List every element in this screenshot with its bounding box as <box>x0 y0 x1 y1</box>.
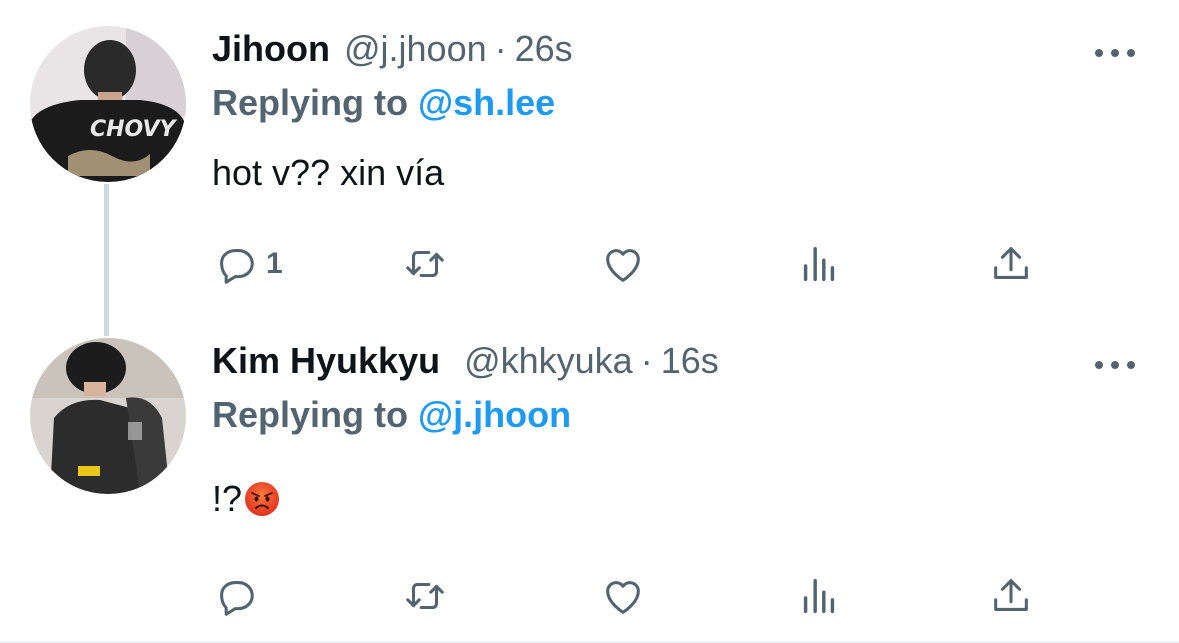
share-button[interactable] <box>988 572 1034 620</box>
reply-count: 1 <box>266 247 283 280</box>
tweet-text: hot v?? xin vía <box>212 152 445 193</box>
action-bar <box>212 572 1042 620</box>
views-button[interactable] <box>796 240 842 288</box>
like-button[interactable] <box>600 240 646 288</box>
views-icon <box>803 578 835 614</box>
tweet-text: !? <box>212 478 243 519</box>
mention-link[interactable]: @sh.lee <box>418 82 555 123</box>
share-icon <box>994 579 1028 611</box>
tweet[interactable]: Kim Hyukkyu @khkyuka · 16s Replying to @… <box>0 320 1179 643</box>
replying-to: Replying to @j.jhoon <box>212 394 571 436</box>
tweet-header: Kim Hyukkyu @khkyuka · 16s <box>212 340 719 392</box>
reply-icon <box>220 581 254 616</box>
tweet-header: Jihoon @j.jhoon · 26s <box>212 28 573 80</box>
more-icon[interactable] <box>1095 358 1135 372</box>
retweet-icon <box>406 582 444 610</box>
replying-to: Replying to @sh.lee <box>212 82 555 124</box>
user-handle[interactable]: @khkyuka <box>464 340 633 382</box>
timestamp[interactable]: 26s <box>515 28 573 70</box>
separator-dot: · <box>640 340 653 381</box>
angry-face-emoji <box>245 482 280 516</box>
share-button[interactable] <box>988 240 1034 288</box>
like-icon <box>606 249 640 282</box>
more-icon[interactable] <box>1095 46 1135 60</box>
user-handle[interactable]: @j.jhoon <box>344 28 487 70</box>
replying-to-label: Replying to <box>212 394 408 435</box>
action-bar: 1 <box>212 240 1042 288</box>
retweet-button[interactable] <box>402 240 448 288</box>
retweet-button[interactable] <box>402 572 448 620</box>
avatar-image <box>30 338 186 494</box>
views-button[interactable] <box>796 572 842 620</box>
avatar[interactable] <box>30 338 186 494</box>
views-icon <box>803 246 835 282</box>
replying-to-label: Replying to <box>212 82 408 123</box>
display-name[interactable]: Kim Hyukkyu <box>212 340 440 382</box>
timestamp[interactable]: 16s <box>661 340 719 382</box>
tweet[interactable]: CHOVY Jihoon @j.jhoon · 26s Replying to … <box>0 0 1179 336</box>
retweet-icon <box>406 250 444 278</box>
avatar[interactable]: CHOVY <box>30 26 186 182</box>
like-icon <box>606 581 640 614</box>
display-name[interactable]: Jihoon <box>212 28 330 70</box>
reply-icon <box>220 249 254 284</box>
reply-button[interactable]: 1 <box>212 240 283 288</box>
tweet-text-container: !? <box>212 478 280 520</box>
mention-link[interactable]: @j.jhoon <box>418 394 571 435</box>
avatar-shirt-text: CHOVY <box>90 117 178 142</box>
avatar-image: CHOVY <box>30 26 186 182</box>
reply-button[interactable] <box>212 572 266 620</box>
separator-dot: · <box>494 28 507 69</box>
thread-line <box>104 184 109 336</box>
share-icon <box>994 247 1028 279</box>
like-button[interactable] <box>600 572 646 620</box>
